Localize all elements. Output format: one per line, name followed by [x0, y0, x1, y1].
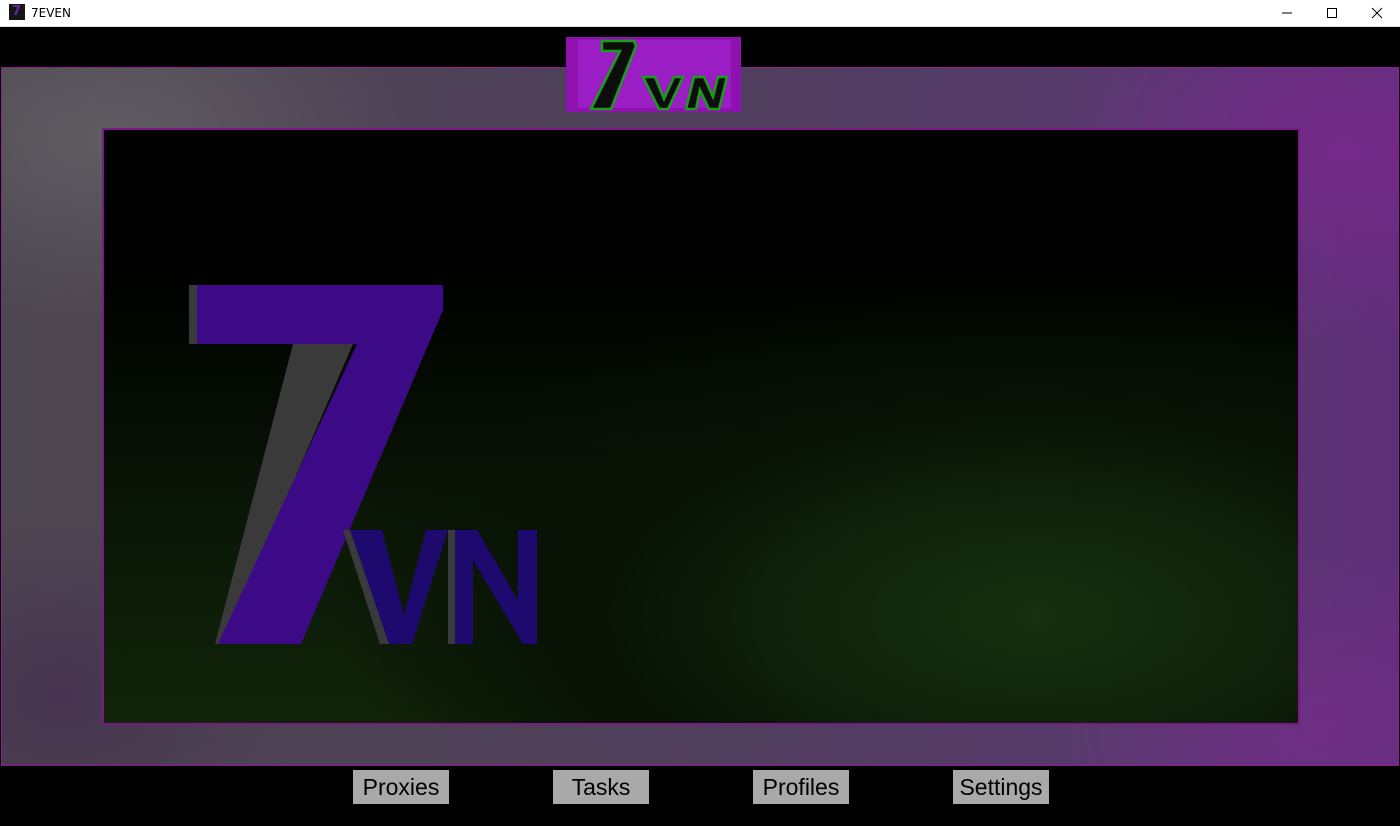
- main-logo: [189, 285, 537, 644]
- window-titlebar: 7 7EVEN: [0, 0, 1400, 27]
- settings-button[interactable]: Settings: [953, 770, 1049, 804]
- minimize-icon: [1282, 12, 1292, 14]
- bottom-nav: Proxies Tasks Profiles Settings: [0, 766, 1400, 826]
- close-icon: [1371, 7, 1383, 19]
- proxies-button[interactable]: Proxies: [353, 770, 449, 804]
- profiles-button[interactable]: Profiles: [753, 770, 849, 804]
- tasks-button[interactable]: Tasks: [553, 770, 649, 804]
- maximize-button[interactable]: [1309, 0, 1355, 26]
- header-logo: [566, 37, 741, 112]
- minimize-button[interactable]: [1264, 0, 1310, 26]
- window-title: 7EVEN: [31, 6, 71, 20]
- close-button[interactable]: [1354, 0, 1400, 26]
- maximize-icon: [1327, 8, 1337, 18]
- header-logo-mark: [588, 39, 729, 111]
- app-icon: 7: [9, 4, 25, 20]
